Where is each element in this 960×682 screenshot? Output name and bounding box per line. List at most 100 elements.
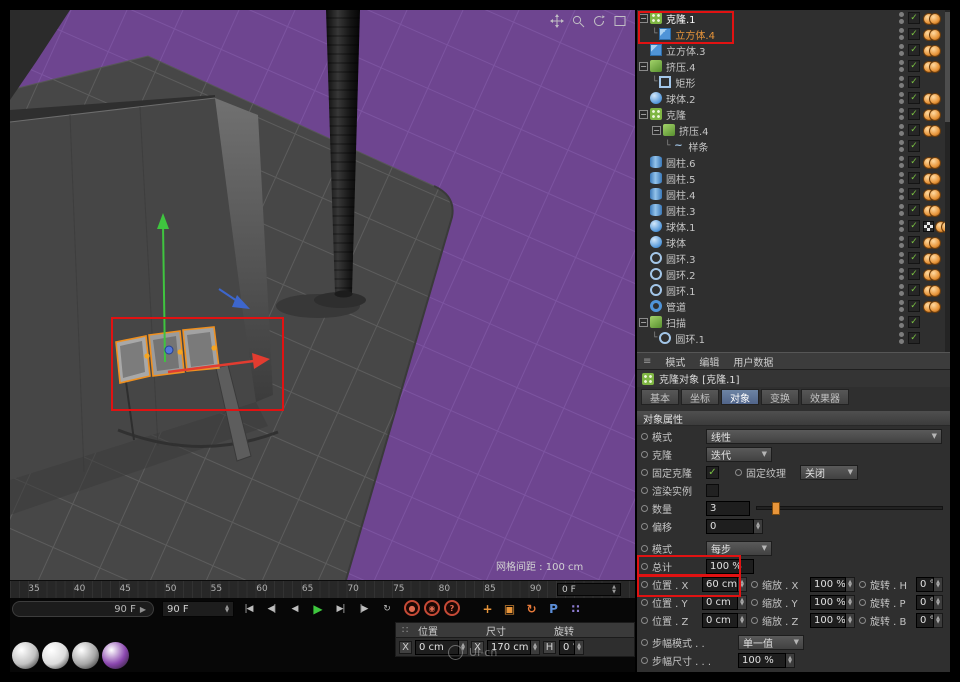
enable-check[interactable]: ✓ bbox=[908, 76, 920, 88]
object-manager[interactable]: −克隆.1✓└立方体.4✓立方体.3✓−挤压.4✓└矩形✓球体.2✓−克隆✓−挤… bbox=[637, 10, 950, 352]
enable-check[interactable]: ✓ bbox=[908, 12, 920, 24]
coord-field-2[interactable]: 0 ° bbox=[559, 640, 575, 655]
slider-handle-icon[interactable] bbox=[772, 502, 780, 515]
visibility-dots[interactable] bbox=[898, 12, 905, 24]
expander-icon[interactable]: − bbox=[639, 110, 648, 119]
material-swatch[interactable] bbox=[72, 642, 99, 669]
stepper-icon[interactable]: ▲▼ bbox=[786, 653, 795, 668]
object-row[interactable]: 圆柱.3✓ bbox=[637, 202, 950, 218]
visibility-dots[interactable] bbox=[898, 60, 905, 72]
material-tag-icon[interactable] bbox=[923, 253, 939, 264]
enable-check[interactable]: ✓ bbox=[908, 92, 920, 104]
attribute-section-header[interactable]: 对象属性 bbox=[637, 411, 950, 426]
enable-check[interactable]: ✓ bbox=[908, 108, 920, 120]
next-key-button[interactable]: |▶ bbox=[353, 600, 374, 617]
enable-check[interactable]: ✓ bbox=[908, 188, 920, 200]
enable-check[interactable]: ✓ bbox=[908, 236, 920, 248]
tab-basic[interactable]: 基本 bbox=[641, 389, 679, 405]
object-row[interactable]: └立方体.4✓ bbox=[637, 26, 950, 42]
material-tag-icon[interactable] bbox=[923, 93, 939, 104]
anim-dot-icon[interactable] bbox=[641, 657, 648, 664]
enable-check[interactable]: ✓ bbox=[908, 44, 920, 56]
material-swatch[interactable] bbox=[42, 642, 69, 669]
menu-edit[interactable]: 编辑 bbox=[699, 354, 719, 369]
step-mode-top-dropdown[interactable]: 每步▼ bbox=[706, 541, 772, 556]
record-rotation-toggle[interactable]: ↻ bbox=[522, 600, 541, 617]
enable-check[interactable]: ✓ bbox=[908, 140, 920, 152]
position-y-field[interactable]: 0 cm bbox=[702, 595, 738, 610]
zoom-view-icon[interactable] bbox=[571, 14, 585, 28]
handle-dot[interactable] bbox=[144, 353, 149, 358]
material-tag-icon[interactable] bbox=[923, 61, 939, 72]
material-tag-icon[interactable] bbox=[923, 29, 939, 40]
visibility-dots[interactable] bbox=[898, 156, 905, 168]
stepper-icon[interactable]: ▲▼ bbox=[934, 577, 943, 592]
tab-object[interactable]: 对象 bbox=[721, 389, 759, 405]
rotation-b-field[interactable]: 0 ° bbox=[916, 613, 934, 628]
enable-check[interactable]: ✓ bbox=[908, 268, 920, 280]
material-tag-icon[interactable] bbox=[923, 45, 939, 56]
anim-dot-icon[interactable] bbox=[641, 487, 648, 494]
record-options-button[interactable]: ? bbox=[444, 600, 460, 616]
material-tag-icon[interactable] bbox=[923, 285, 939, 296]
scrollbar[interactable] bbox=[945, 10, 950, 352]
expander-icon[interactable]: − bbox=[639, 14, 648, 23]
visibility-dots[interactable] bbox=[898, 188, 905, 200]
timeline-ruler[interactable]: 0 F ▲▼ 354045505560657075808590 bbox=[10, 580, 635, 598]
menu-mode[interactable]: 模式 bbox=[665, 354, 685, 369]
fix-texture-dropdown[interactable]: 关闭▼ bbox=[800, 465, 858, 480]
stepper-icon[interactable]: ▲▼ bbox=[738, 613, 747, 628]
material-tag-icon[interactable] bbox=[923, 205, 939, 216]
goto-start-button[interactable]: |◀ bbox=[238, 600, 259, 617]
material-tag-icon[interactable] bbox=[923, 157, 939, 168]
enable-check[interactable]: ✓ bbox=[908, 332, 920, 344]
offset-field[interactable]: 0 bbox=[706, 519, 754, 534]
goto-end-button[interactable]: ↻ bbox=[376, 600, 397, 617]
tab-effectors[interactable]: 效果器 bbox=[801, 389, 849, 405]
autokey-button[interactable]: ◉ bbox=[424, 600, 440, 616]
anim-dot-icon[interactable] bbox=[641, 545, 648, 552]
anim-dot-icon[interactable] bbox=[859, 599, 866, 606]
object-row[interactable]: −扫描✓ bbox=[637, 314, 950, 330]
anim-dot-icon[interactable] bbox=[751, 617, 758, 624]
record-position-toggle[interactable]: + bbox=[478, 600, 497, 617]
anim-dot-icon[interactable] bbox=[641, 617, 648, 624]
tab-coordinates[interactable]: 坐标 bbox=[681, 389, 719, 405]
scale-y-field[interactable]: 100 % bbox=[810, 595, 846, 610]
visibility-dots[interactable] bbox=[898, 204, 905, 216]
handle-dot[interactable] bbox=[177, 349, 182, 354]
enable-check[interactable]: ✓ bbox=[908, 284, 920, 296]
prev-key-button[interactable]: ◀| bbox=[261, 600, 282, 617]
stepper-icon[interactable]: ▲▼ bbox=[575, 640, 584, 655]
next-frame-button[interactable]: ▶| bbox=[330, 600, 351, 617]
axis-chip-x-0[interactable]: X bbox=[399, 641, 412, 654]
menu-icon[interactable]: ≡ bbox=[643, 356, 651, 367]
step-mode-dropdown[interactable]: 单一值▼ bbox=[738, 635, 804, 650]
object-row[interactable]: 球体.2✓ bbox=[637, 90, 950, 106]
stepper-icon[interactable]: ▲▼ bbox=[531, 640, 540, 655]
anim-dot-icon[interactable] bbox=[641, 599, 648, 606]
material-tag-icon[interactable] bbox=[923, 189, 939, 200]
record-parameter-toggle[interactable]: P bbox=[544, 600, 563, 617]
anim-dot-icon[interactable] bbox=[641, 581, 648, 588]
object-row[interactable]: 圆环.1✓ bbox=[637, 282, 950, 298]
viewport[interactable]: 网格间距 : 100 cm bbox=[10, 10, 635, 580]
end-frame-field[interactable]: 90 F ▲▼ bbox=[162, 601, 234, 617]
axis-chip-h-2[interactable]: H bbox=[543, 641, 556, 654]
count-field[interactable]: 3 bbox=[706, 501, 750, 516]
material-manager[interactable] bbox=[12, 642, 142, 672]
visibility-dots[interactable] bbox=[898, 332, 905, 344]
object-row[interactable]: 立方体.3✓ bbox=[637, 42, 950, 58]
step-size-field[interactable]: 100 % bbox=[738, 653, 786, 668]
object-row[interactable]: 圆柱.5✓ bbox=[637, 170, 950, 186]
visibility-dots[interactable] bbox=[898, 92, 905, 104]
object-row[interactable]: −挤压.4✓ bbox=[637, 122, 950, 138]
handle-dot[interactable] bbox=[211, 345, 216, 350]
count-slider[interactable] bbox=[756, 506, 943, 510]
object-row[interactable]: 球体✓ bbox=[637, 234, 950, 250]
sum-field[interactable]: 100 % bbox=[706, 559, 754, 574]
enable-check[interactable]: ✓ bbox=[908, 300, 920, 312]
object-row[interactable]: −克隆✓ bbox=[637, 106, 950, 122]
viewport-canvas[interactable]: 网格间距 : 100 cm bbox=[10, 10, 635, 580]
menu-user-data[interactable]: 用户数据 bbox=[733, 354, 773, 369]
